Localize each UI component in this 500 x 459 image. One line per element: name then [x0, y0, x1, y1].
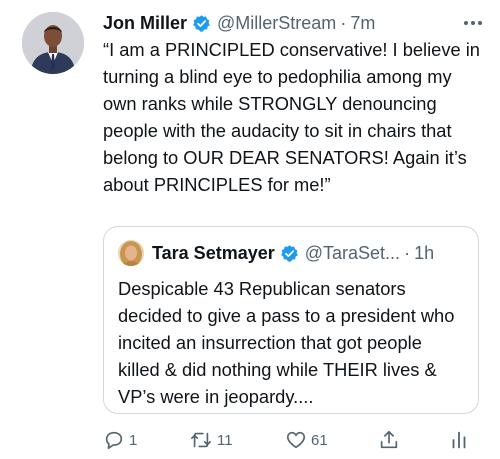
tweet-header: Jon Miller @MillerStream · 7m	[103, 10, 486, 36]
quoted-author-handle[interactable]: @TaraSet...	[305, 243, 400, 264]
header-separator: ·	[340, 12, 347, 33]
quoted-header-separator: ·	[404, 242, 411, 263]
quoted-tweet-header: Tara Setmayer @TaraSet... · 1h	[118, 239, 468, 267]
reply-button[interactable]: 1	[103, 425, 137, 455]
author-name[interactable]: Jon Miller	[103, 13, 187, 34]
quoted-avatar	[118, 240, 144, 266]
author-handle[interactable]: @MillerStream	[217, 13, 336, 34]
quoted-tweet-timestamp[interactable]: 1h	[414, 243, 434, 264]
avatar[interactable]	[22, 12, 84, 74]
tweet-timestamp[interactable]: 7m	[350, 13, 375, 34]
quoted-tweet[interactable]: Tara Setmayer @TaraSet... · 1h Despicabl…	[103, 226, 479, 414]
like-count: 61	[311, 431, 328, 449]
share-icon	[378, 429, 400, 451]
verified-badge-icon	[192, 14, 211, 33]
analytics-icon	[450, 429, 468, 451]
reply-icon	[103, 429, 125, 451]
retweet-button[interactable]: 11	[189, 425, 233, 455]
like-button[interactable]: 61	[285, 425, 328, 455]
reply-count: 1	[129, 431, 138, 449]
action-bar: 1 11 61	[103, 425, 483, 455]
verified-badge-icon	[280, 244, 299, 263]
analytics-button[interactable]	[450, 425, 468, 455]
retweet-count: 11	[217, 431, 233, 449]
quoted-tweet-text: Despicable 43 Republican senators decide…	[118, 278, 455, 407]
quoted-author-name[interactable]: Tara Setmayer	[152, 243, 275, 264]
share-button[interactable]	[378, 425, 400, 455]
more-icon[interactable]	[462, 10, 484, 36]
like-icon	[285, 429, 307, 451]
tweet-text: “I am a PRINCIPLED conservative! I belie…	[103, 39, 480, 195]
retweet-icon	[189, 429, 213, 451]
avatar-image	[22, 12, 84, 74]
